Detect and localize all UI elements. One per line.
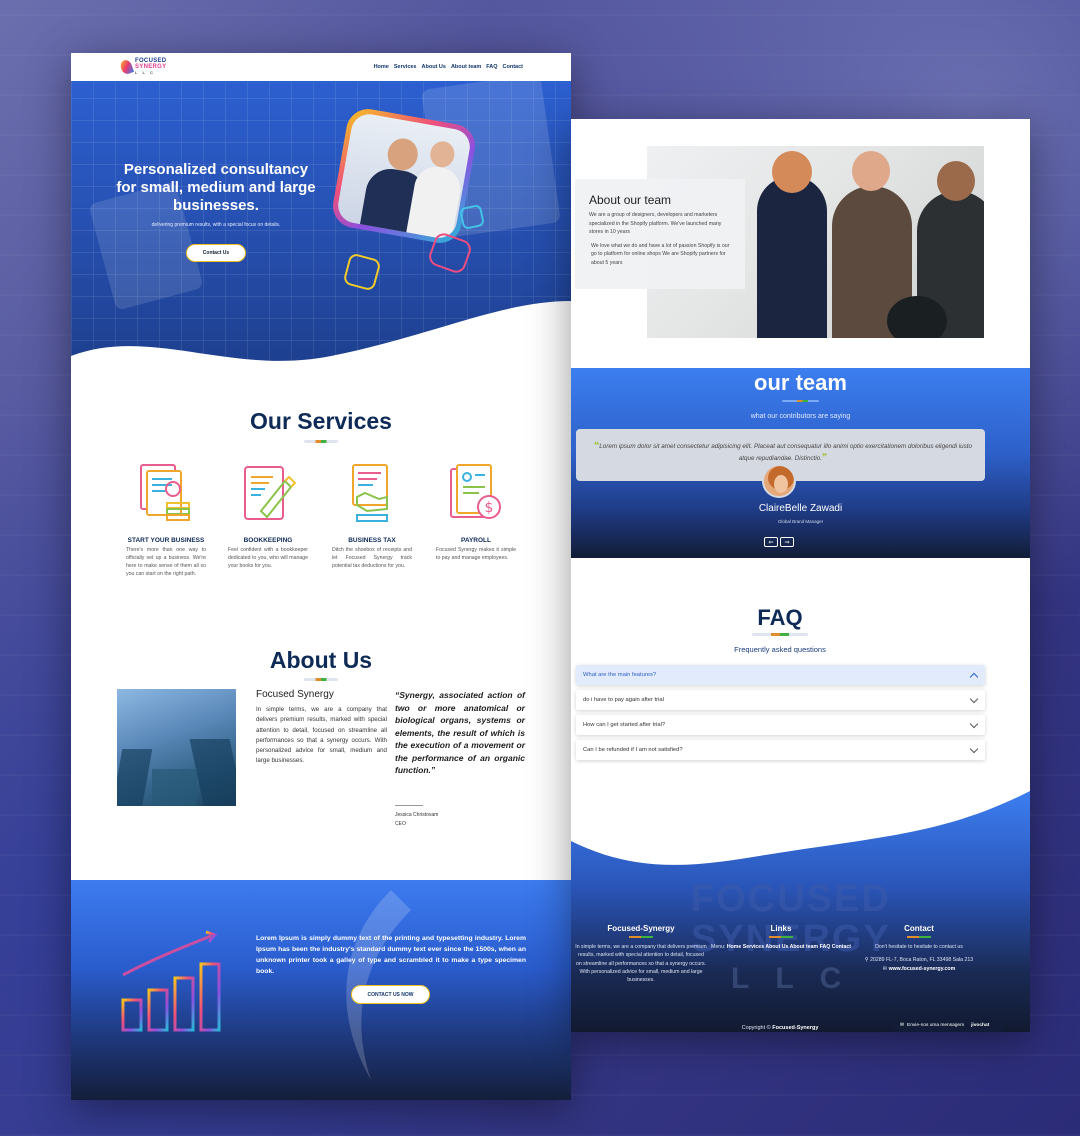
about-company-name: Focused Synergy (256, 689, 334, 700)
faq-subtitle: Frequently asked questions (734, 645, 826, 654)
logo-mark-icon (121, 60, 132, 74)
testimonial-name: ClaireBelle Zawadi (758, 503, 843, 514)
service-name: PAYROLL (461, 537, 491, 544)
title-underline (752, 633, 808, 636)
footer-about-text: In simple terms, we are a company that d… (575, 944, 707, 984)
service-card[interactable]: START YOUR BUSINESS There's more than on… (126, 463, 206, 578)
nav-about-team[interactable]: About team (451, 64, 481, 70)
team-section: our team what our contributors are sayin… (571, 368, 1030, 558)
footer-address: ⚲ 20289 FL-7, Boca Raton, FL 33498 Sala … (864, 957, 974, 964)
cta-text: Lorem Ipsum is simply dummy text of the … (256, 935, 526, 975)
chat-widget[interactable]: ✉ Envie-nos uma mensagem jivochat (894, 1019, 1004, 1032)
author-name: Jessica Christovam (395, 812, 439, 818)
svg-text:$: $ (485, 500, 494, 516)
nav-about-us[interactable]: About Us (422, 64, 446, 70)
service-name: BOOKKEEPING (243, 537, 293, 544)
title-underline (304, 678, 338, 681)
service-desc: Feel confident with a bookkeeper dedicat… (228, 547, 308, 569)
hero-wave (71, 301, 571, 363)
services-grid: START YOUR BUSINESS There's more than on… (121, 463, 531, 623)
title-underline (304, 440, 338, 443)
faq-item[interactable]: do i have to pay again after trial (576, 690, 985, 710)
chevron-down-icon (969, 694, 979, 703)
service-desc: There's more than one way to officially … (126, 547, 206, 577)
faq-title: FAQ (757, 605, 803, 630)
chat-label: Envie-nos uma mensagem (907, 1023, 965, 1028)
nav-faq[interactable]: FAQ (486, 64, 497, 70)
chevron-down-icon (969, 744, 979, 753)
hero-contact-button[interactable]: Contact Us (186, 244, 246, 262)
services-title: Our Services (250, 408, 392, 434)
footer-contact-text: Don't hesitate to hesitate to contact us (875, 944, 963, 950)
service-card[interactable]: BOOKKEEPING Feel confident with a bookke… (228, 463, 308, 570)
chevron-down-icon (969, 719, 979, 728)
chat-brand: jivochat (971, 1023, 990, 1028)
receipt-hand-icon (343, 463, 401, 525)
contact-us-now-button[interactable]: CONTACT US NOW (351, 985, 430, 1004)
testimonial-role: Global Brand Manager (777, 519, 824, 524)
hero-title: Personalized consultancy for small, medi… (116, 161, 316, 214)
logo-line-3: L L C (135, 70, 155, 75)
footer-links[interactable]: Menu: Home Services About Us About team … (711, 943, 851, 951)
hero-section: Personalized consultancy for small, medi… (71, 81, 571, 363)
about-quote: “Synergy, associated action of two or mo… (395, 690, 525, 775)
quote-author: Jessica Christovam CEO (395, 811, 438, 829)
service-card[interactable]: BUSINESS TAX Ditch the shoebox of receip… (332, 463, 412, 570)
about-buildings-image (117, 689, 236, 806)
carousel-controls: ⇐ ⇒ (764, 537, 794, 547)
faq-list: What are the main features? do i have to… (576, 665, 985, 765)
nav-home[interactable]: Home (374, 64, 389, 70)
logo[interactable]: FOCUSED SYNERGY L L C (121, 58, 166, 76)
chevron-up-icon (969, 672, 979, 681)
cta-section: Lorem Ipsum is simply dummy text of the … (71, 880, 571, 1100)
about-team-text: We are a group of designers, developers … (589, 212, 722, 236)
homepage-preview-left: FOCUSED SYNERGY L L C Home Services Abou… (71, 53, 571, 1100)
faq-item[interactable]: What are the main features? (576, 665, 985, 685)
about-team-card: About our team We are a group of designe… (575, 179, 745, 289)
team-subtitle: what our contributors are saying (750, 413, 851, 420)
nav-services[interactable]: Services (394, 64, 417, 70)
author-role: CEO (395, 821, 406, 827)
team-title: our team (754, 370, 847, 395)
footer-contact-column: Contact Don't hesitate to hesitate to co… (853, 924, 985, 973)
footer-col-title: Focused-Synergy (607, 924, 675, 933)
nav-links: Home Services About Us About team FAQ Co… (374, 64, 523, 70)
hero-subtitle: delivering premium results, with a speci… (151, 222, 281, 228)
growth-chart-icon (121, 930, 221, 1032)
about-team-text: We love what we do and have a lot of pas… (591, 242, 730, 266)
footer-links-column: Links Menu: Home Services About Us About… (711, 924, 851, 951)
top-nav: FOCUSED SYNERGY L L C Home Services Abou… (71, 53, 571, 81)
footer-website[interactable]: ✉ www.focused-synergy.com (853, 965, 985, 973)
hero-photo-frame (329, 105, 479, 247)
about-title: About Us (269, 647, 373, 673)
documents-coins-icon (137, 463, 195, 525)
chat-icon: ✉ (900, 1023, 905, 1028)
service-name: BUSINESS TAX (348, 537, 396, 544)
service-card[interactable]: $ PAYROLL Focused Synergy makes it simpl… (436, 463, 516, 562)
faq-item[interactable]: Can I be refunded if I am not satisfied? (576, 740, 985, 760)
about-team-title: About our team (589, 193, 672, 207)
avatar (762, 464, 796, 498)
title-underline (782, 400, 819, 402)
service-desc: Ditch the shoebox of receipts and let Fo… (332, 547, 412, 569)
nav-contact[interactable]: Contact (503, 64, 523, 70)
testimonial-text: ❝Lorem ipsum dolor sit amet consectetur … (593, 440, 973, 462)
next-arrow-icon[interactable]: ⇒ (780, 537, 794, 547)
service-name: START YOUR BUSINESS (127, 537, 205, 544)
service-desc: Focused Synergy makes it simple to pay a… (436, 547, 516, 561)
document-pen-icon (239, 463, 297, 525)
payroll-document-icon: $ (447, 463, 505, 525)
prev-arrow-icon[interactable]: ⇐ (764, 537, 778, 547)
hero-team-photo (335, 111, 473, 241)
footer-col-title: Contact (904, 924, 934, 933)
about-text: In simple terms, we are a company that d… (256, 706, 387, 765)
footer: FOCUSED SYNERGY LLC Focused-Synergy In si… (571, 791, 1030, 1032)
footer-col-title: Links (770, 924, 792, 933)
faq-item[interactable]: How can I get started after trial? (576, 715, 985, 735)
footer-about-column: Focused-Synergy In simple terms, we are … (575, 924, 707, 984)
homepage-preview-right: About our team We are a group of designe… (571, 119, 1030, 1032)
quote-divider (395, 805, 423, 806)
close-quote-icon: ❞ (822, 452, 828, 462)
